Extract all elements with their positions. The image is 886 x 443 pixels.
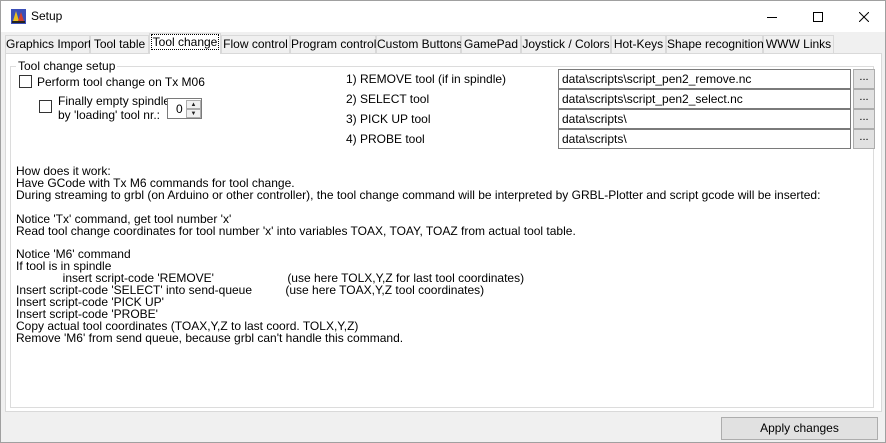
tab-label: Joystick / Colors <box>522 37 610 51</box>
tab-label: Tool change <box>150 34 220 50</box>
setup-window: Setup Graphics Import Tool table Tool ch… <box>0 0 886 443</box>
perform-tool-change-checkbox[interactable] <box>19 75 32 88</box>
script-select-path-input[interactable]: data\scripts\script_pen2_select.nc <box>558 89 851 109</box>
tab-graphics-import[interactable]: Graphics Import <box>5 35 92 53</box>
script-remove-browse-button[interactable]: ... <box>853 69 875 89</box>
stepper-up-icon[interactable]: ▲ <box>186 100 201 109</box>
tab-custom-buttons[interactable]: Custom Buttons <box>376 35 463 53</box>
tab-page-tool-change: Tool change setup Perform tool change on… <box>5 53 882 412</box>
script-remove-label: 1) REMOVE tool (if in spindle) <box>346 72 507 86</box>
tab-program-control[interactable]: Program control <box>290 35 376 53</box>
minimize-icon <box>767 16 777 18</box>
title-bar[interactable]: Setup <box>1 1 885 32</box>
stepper-down-icon[interactable]: ▼ <box>186 109 201 118</box>
tab-label: Shape recognition <box>667 37 764 51</box>
maximize-icon <box>813 11 823 22</box>
app-icon <box>10 8 27 25</box>
groupbox-title: Tool change setup <box>16 59 118 73</box>
empty-spindle-tool-stepper[interactable]: 0 ▲ ▼ <box>167 98 202 119</box>
empty-spindle-label-line2: by 'loading' tool nr.: <box>58 108 160 122</box>
tab-label: Flow control <box>223 37 288 51</box>
script-probe-browse-button[interactable]: ... <box>853 129 875 149</box>
script-pickup-label: 3) PICK UP tool <box>346 112 431 126</box>
window-title: Setup <box>31 9 63 23</box>
script-remove-path-input[interactable]: data\scripts\script_pen2_remove.nc <box>558 69 851 89</box>
tab-www-links[interactable]: WWW Links <box>763 35 834 53</box>
tab-tool-table[interactable]: Tool table <box>90 35 149 53</box>
stepper-value[interactable]: 0 <box>176 102 183 116</box>
tab-label: WWW Links <box>765 37 832 51</box>
tab-label: Graphics Import <box>6 37 92 51</box>
tab-strip: Graphics Import Tool table Tool change F… <box>5 33 885 54</box>
empty-spindle-checkbox[interactable] <box>39 100 52 113</box>
script-select-label: 2) SELECT tool <box>346 92 430 106</box>
script-probe-path-input[interactable]: data\scripts\ <box>558 129 851 149</box>
tab-label: Tool table <box>93 37 146 51</box>
script-select-browse-button[interactable]: ... <box>853 89 875 109</box>
close-icon <box>859 11 869 22</box>
tab-label: GamePad <box>463 37 519 51</box>
script-pickup-browse-button[interactable]: ... <box>853 109 875 129</box>
tool-change-help-text: How does it work: Have GCode with Tx M6 … <box>16 164 821 345</box>
tab-joystick-colors[interactable]: Joystick / Colors <box>521 35 611 53</box>
tab-label: Hot-Keys <box>613 37 664 51</box>
tab-label: Program control <box>291 37 377 51</box>
script-probe-label: 4) PROBE tool <box>346 132 425 146</box>
empty-spindle-label-line1: Finally empty spindle <box>58 94 171 108</box>
tab-gamepad[interactable]: GamePad <box>461 35 521 53</box>
perform-tool-change-label: Perform tool change on Tx M06 <box>37 75 205 89</box>
maximize-button[interactable] <box>795 1 841 32</box>
tab-tool-change[interactable]: Tool change <box>149 33 221 54</box>
apply-changes-button[interactable]: Apply changes <box>721 417 878 440</box>
tab-shape-recognition[interactable]: Shape recognition <box>666 35 764 53</box>
tab-hot-keys[interactable]: Hot-Keys <box>611 35 666 53</box>
minimize-button[interactable] <box>749 1 795 32</box>
script-pickup-path-input[interactable]: data\scripts\ <box>558 109 851 129</box>
tab-label: Custom Buttons <box>377 37 463 51</box>
close-button[interactable] <box>841 1 886 32</box>
tab-flow-control[interactable]: Flow control <box>221 35 290 53</box>
